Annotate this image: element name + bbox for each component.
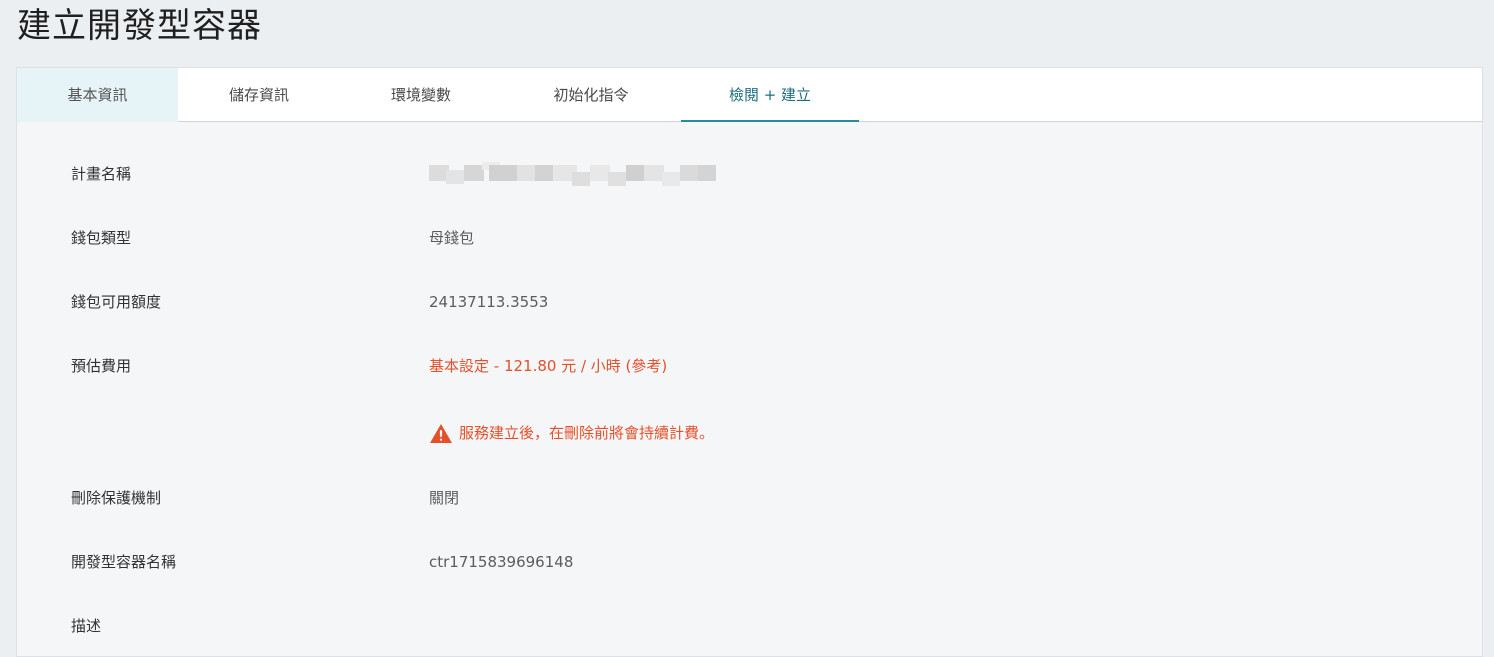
estimated-cost-value: 基本設定 - 121.80 元 / 小時 (參考) — [429, 357, 668, 375]
wizard-tabs: 基本資訊 儲存資訊 環境變數 初始化指令 檢閱 + 建立 — [17, 68, 1482, 122]
wallet-type-value: 母錢包 — [429, 229, 475, 247]
row-wallet-type: 錢包類型 母錢包 — [17, 223, 1482, 253]
row-wallet-balance: 錢包可用額度 24137113.3553 — [17, 287, 1482, 317]
description-label: 描述 — [71, 617, 102, 635]
row-container-name: 開發型容器名稱 ctr1715839696148 — [17, 547, 1482, 577]
wallet-balance-label: 錢包可用額度 — [71, 293, 162, 311]
billing-warning-text: 服務建立後，在刪除前將會持續計費。 — [459, 424, 715, 442]
wallet-balance-value: 24137113.3553 — [429, 293, 549, 311]
container-name-value: ctr1715839696148 — [429, 553, 574, 571]
project-name-redacted — [429, 162, 729, 194]
delete-protection-label: 刪除保護機制 — [71, 489, 162, 507]
tab-environment-variables[interactable]: 環境變數 — [340, 68, 502, 122]
tab-basic-info[interactable]: 基本資訊 — [17, 68, 178, 122]
tab-storage-info[interactable]: 儲存資訊 — [178, 68, 340, 122]
container-name-label: 開發型容器名稱 — [71, 553, 177, 571]
page-title: 建立開發型容器 — [17, 6, 262, 46]
tab-review-create[interactable]: 檢閱 + 建立 — [681, 68, 859, 122]
row-delete-protection: 刪除保護機制 關閉 — [17, 483, 1482, 513]
warning-triangle-icon — [430, 423, 452, 443]
wallet-type-label: 錢包類型 — [71, 229, 132, 247]
estimated-cost-label: 預估費用 — [71, 357, 132, 375]
row-description: 描述 — [17, 611, 1482, 641]
billing-warning: 服務建立後，在刪除前將會持續計費。 — [429, 418, 714, 448]
row-estimated-cost: 預估費用 基本設定 - 121.80 元 / 小時 (參考) — [17, 351, 1482, 381]
project-name-label: 計畫名稱 — [71, 165, 132, 183]
row-billing-warning: 服務建立後，在刪除前將會持續計費。 — [17, 418, 1482, 448]
tab-init-commands[interactable]: 初始化指令 — [502, 68, 680, 122]
row-project-name: 計畫名稱 — [17, 159, 1482, 189]
delete-protection-value: 關閉 — [429, 489, 460, 507]
review-card: 基本資訊 儲存資訊 環境變數 初始化指令 檢閱 + 建立 計畫名稱 錢包類型 母… — [16, 67, 1483, 657]
